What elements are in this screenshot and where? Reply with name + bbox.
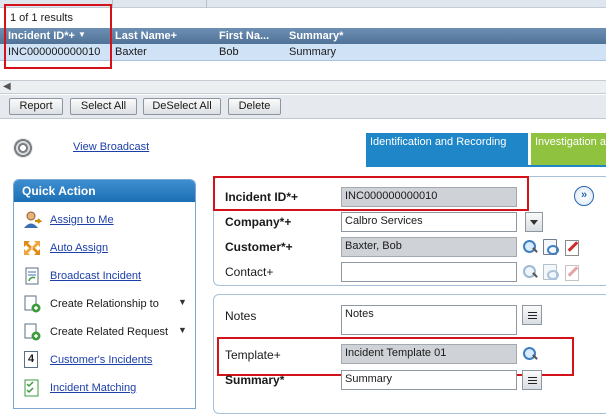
customer-edit-icon[interactable]: [563, 239, 579, 256]
results-count: 1 of 1 results: [10, 12, 73, 24]
top-strip: [0, 0, 606, 8]
contact-edit-icon[interactable]: [563, 264, 579, 281]
cell-summary: Summary: [289, 46, 337, 58]
column-first-name[interactable]: First Na...: [219, 30, 269, 42]
sort-desc-icon: ▼: [78, 30, 86, 39]
notes-label: Notes: [225, 309, 257, 323]
template-field[interactable]: Incident Template 01: [341, 344, 517, 364]
quick-action-title: Quick Action: [14, 180, 195, 202]
broadcast-incident-icon: [25, 267, 39, 285]
grid-toolbar: Report Select All DeSelect All Delete: [0, 95, 606, 119]
quick-action-customers-incidents[interactable]: 4 Customer's Incidents: [20, 351, 195, 371]
quick-action-panel: Quick Action Assign to Me Auto Assign Br…: [13, 179, 196, 409]
horizontal-scrollbar[interactable]: ◀: [0, 80, 606, 94]
report-button[interactable]: Report: [9, 98, 63, 115]
grid-body: [0, 62, 606, 80]
column-summary[interactable]: Summary*: [289, 30, 343, 42]
customer-incidents-icon: 4: [24, 351, 38, 368]
delete-button[interactable]: Delete: [228, 98, 281, 115]
chevron-down-icon[interactable]: ▼: [178, 297, 187, 307]
quick-action-assign-to-me[interactable]: Assign to Me: [20, 211, 195, 231]
select-all-button[interactable]: Select All: [70, 98, 137, 115]
create-relationship-icon: [24, 295, 41, 313]
quick-action-create-related-request[interactable]: Create Related Request ▼: [20, 323, 195, 343]
customer-label: Customer*+: [225, 240, 293, 254]
grid-header: Incident ID*+ ▼ Last Name+ First Na... S…: [0, 28, 606, 44]
quick-action-broadcast-incident[interactable]: Broadcast Incident: [20, 267, 195, 287]
contact-details-icon[interactable]: [543, 264, 559, 280]
notes-menu-button[interactable]: [522, 305, 542, 325]
company-field[interactable]: Calbro Services: [341, 212, 517, 232]
cell-last-name: Baxter: [115, 46, 147, 58]
contact-label: Contact+: [225, 265, 274, 279]
contact-field[interactable]: [341, 262, 517, 282]
quick-action-incident-matching[interactable]: Incident Matching: [20, 379, 195, 399]
broadcast-icon[interactable]: [13, 138, 33, 158]
incident-id-field[interactable]: INC000000000010: [341, 187, 517, 207]
contact-search-icon[interactable]: [522, 264, 538, 280]
create-related-request-icon: [24, 323, 41, 341]
quick-action-auto-assign[interactable]: Auto Assign: [20, 239, 195, 259]
customer-field[interactable]: Baxter, Bob: [341, 237, 517, 257]
incident-id-label: Incident ID*+: [225, 190, 299, 204]
company-dropdown-button[interactable]: [525, 212, 543, 232]
column-incident-id[interactable]: Incident ID*+ ▼: [8, 30, 86, 42]
company-label: Company*+: [225, 215, 292, 229]
column-last-name[interactable]: Last Name+: [115, 30, 177, 42]
chevron-down-icon[interactable]: ▼: [178, 325, 187, 335]
stage-investigation-diagnosis[interactable]: Investigation and Diagnosis: [531, 133, 606, 165]
expand-icon[interactable]: »: [574, 186, 594, 206]
summary-field[interactable]: Summary: [341, 370, 517, 390]
template-label: Template+: [225, 348, 281, 362]
template-search-icon[interactable]: [522, 346, 538, 362]
quick-action-create-relationship[interactable]: Create Relationship to ▼: [20, 295, 195, 315]
stage-identification-recording[interactable]: Identification and Recording: [366, 133, 528, 165]
cell-first-name: Bob: [219, 46, 239, 58]
notes-field[interactable]: Notes: [341, 305, 517, 335]
summary-menu-button[interactable]: [522, 370, 542, 390]
assign-user-icon: [24, 211, 42, 228]
deselect-all-button[interactable]: DeSelect All: [143, 98, 221, 115]
incident-matching-icon: [24, 379, 39, 397]
customer-details-icon[interactable]: [543, 239, 559, 255]
customer-search-icon[interactable]: [522, 239, 538, 255]
stage-underline: [366, 165, 606, 167]
view-broadcast-link[interactable]: View Broadcast: [73, 141, 149, 153]
cell-incident-id: INC000000000010: [8, 46, 101, 58]
table-row[interactable]: INC000000000010 Baxter Bob Summary: [0, 44, 606, 61]
scroll-left-icon[interactable]: ◀: [3, 81, 11, 92]
auto-assign-icon: [24, 241, 40, 255]
summary-label: Summary*: [225, 373, 285, 387]
